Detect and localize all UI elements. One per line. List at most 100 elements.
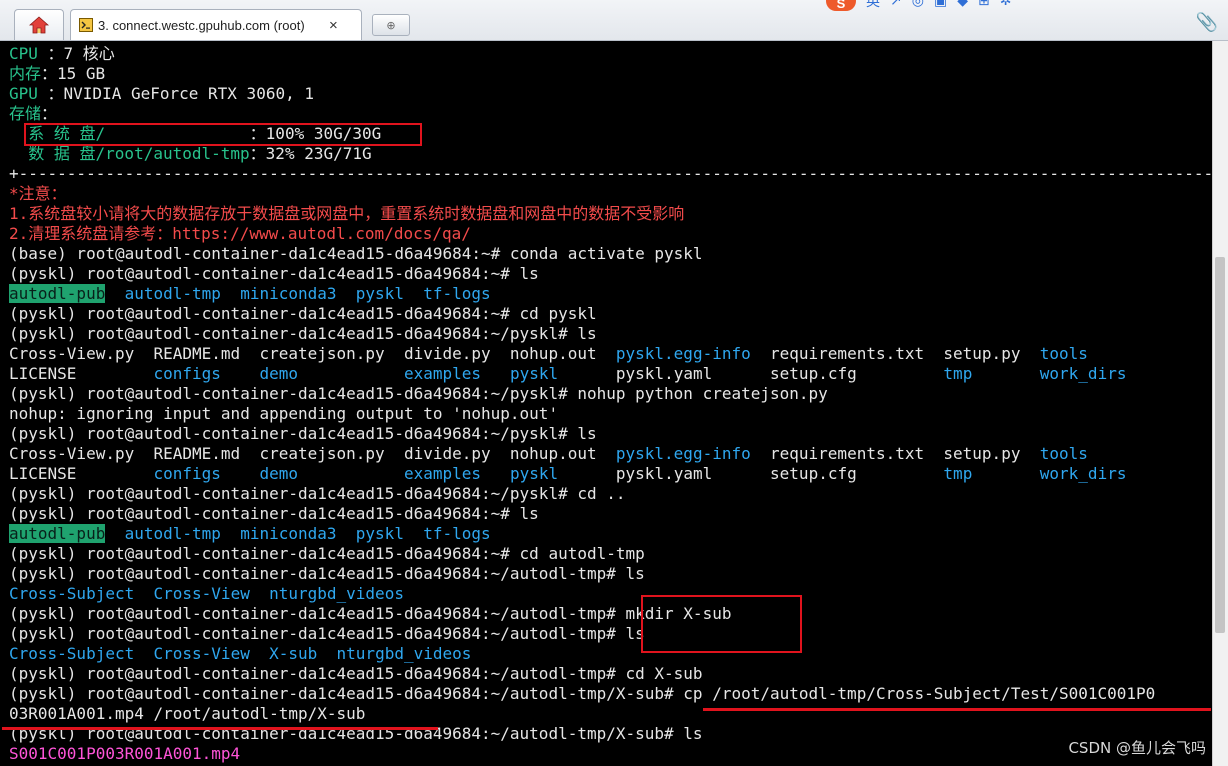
annotation-box-mkdir	[641, 595, 802, 653]
punctuation-icon[interactable]: ↗	[890, 0, 902, 9]
sogou-logo[interactable]: S	[826, 0, 856, 11]
terminal-text: autodl-pub	[9, 524, 106, 543]
terminal-text: examples	[403, 364, 482, 383]
terminal-text: X-sub	[269, 644, 318, 663]
terminal-text: pyskl.egg-info	[615, 444, 751, 463]
terminal-icon	[79, 18, 93, 32]
terminal-line: (pyskl) root@autodl-container-da1c4ead15…	[9, 424, 1212, 444]
terminal-text: ：NVIDIA GeForce RTX 3060, 1	[47, 84, 314, 103]
terminal-text: (pyskl) root@autodl-container-da1c4ead15…	[9, 324, 597, 343]
terminal-text: work_dirs	[1039, 364, 1127, 383]
terminal-text: autodl-tmp	[124, 284, 221, 303]
terminal-line: (pyskl) root@autodl-container-da1c4ead15…	[9, 304, 1212, 324]
terminal-line: autodl-pub autodl-tmp miniconda3 pyskl t…	[9, 284, 1212, 304]
terminal-text: miniconda3	[240, 524, 337, 543]
terminal-text: configs	[153, 364, 221, 383]
settings-icon[interactable]: ✲	[1000, 0, 1012, 9]
terminal-line: Cross-View.py README.md createjson.py di…	[9, 344, 1212, 364]
terminal-text: pyskl.yaml setup.cfg	[558, 364, 944, 383]
microphone-icon[interactable]: ◎	[912, 0, 924, 9]
terminal-line: 03R001A001.mp4 /root/autodl-tmp/X-sub	[9, 704, 1212, 724]
terminal-text: tools	[1039, 444, 1088, 463]
terminal-text: (pyskl) root@autodl-container-da1c4ead15…	[9, 304, 597, 323]
home-icon	[29, 16, 49, 34]
skin-icon[interactable]: ◆	[957, 0, 968, 9]
close-tab-button[interactable]: ×	[329, 17, 338, 34]
toolbox-icon[interactable]: ⊞	[978, 0, 990, 9]
terminal-text: Cross-View	[153, 584, 250, 603]
terminal-text: Cross-View.py README.md createjson.py di…	[9, 344, 616, 363]
terminal-line: LICENSE configs demo examples pyskl pysk…	[9, 364, 1212, 384]
new-tab-button[interactable]: ⊕	[372, 14, 410, 36]
terminal-text: (pyskl) root@autodl-container-da1c4ead15…	[9, 664, 703, 683]
terminal-text: 数 据 盘/root/autodl-tmp	[9, 144, 250, 163]
terminal-text: ：7 核心	[47, 44, 115, 63]
terminal-text: Cross-Subject	[9, 644, 135, 663]
terminal-line: (pyskl) root@autodl-container-da1c4ead15…	[9, 484, 1212, 504]
terminal-line: LICENSE configs demo examples pyskl pysk…	[9, 464, 1212, 484]
terminal-text: (pyskl) root@autodl-container-da1c4ead15…	[9, 624, 645, 643]
terminal-text: configs	[153, 464, 221, 483]
terminal-text: work_dirs	[1039, 464, 1127, 483]
ime-toolbar: S 英 ↗ ◎ ▣ ◆ ⊞ ✲	[826, 0, 1012, 11]
terminal-text: 03R001A001.mp4 /root/autodl-tmp/X-sub	[9, 704, 366, 723]
terminal-text: (pyskl) root@autodl-container-da1c4ead15…	[9, 504, 539, 523]
tab-bar: 3. connect.westc.gpuhub.com (root) × ⊕ S…	[0, 0, 1228, 41]
terminal-line: *注意：	[9, 184, 1212, 204]
terminal-text: 存储	[9, 104, 42, 123]
terminal-text: (pyskl) root@autodl-container-da1c4ead15…	[9, 544, 645, 563]
terminal-text: tmp	[943, 464, 973, 483]
terminal-line: (base) root@autodl-container-da1c4ead15-…	[9, 244, 1212, 264]
terminal-text: Cross-View.py README.md createjson.py di…	[9, 444, 616, 463]
terminal-text: (pyskl) root@autodl-container-da1c4ead15…	[9, 384, 828, 403]
home-tab[interactable]	[14, 9, 64, 40]
terminal-line: 1.系统盘较小请将大的数据存放于数据盘或网盘中，重置系统时数据盘和网盘中的数据不…	[9, 204, 1212, 224]
terminal-text: (pyskl) root@autodl-container-da1c4ead15…	[9, 684, 1156, 703]
terminal-text: (pyskl) root@autodl-container-da1c4ead15…	[9, 484, 626, 503]
terminal-text: ：15 GB	[41, 64, 106, 83]
session-tab-title: 3. connect.westc.gpuhub.com (root)	[98, 17, 305, 33]
terminal-scrollbar[interactable]	[1212, 41, 1228, 766]
scrollbar-thumb[interactable]	[1215, 257, 1225, 633]
terminal-text: +---------------------------------------…	[9, 164, 1212, 183]
paperclip-icon[interactable]: 📎	[1196, 12, 1218, 33]
terminal-output[interactable]: CPU ：7 核心 内存：15 GB GPU ：NVIDIA GeForce RTX…	[0, 41, 1212, 766]
terminal-text: (pyskl) root@autodl-container-da1c4ead15…	[9, 264, 539, 283]
terminal-line: Cross-Subject Cross-View nturgbd_videos	[9, 584, 1212, 604]
terminal-text: tf-logs	[423, 284, 491, 303]
terminal-text: (pyskl) root@autodl-container-da1c4ead15…	[9, 564, 645, 583]
terminal-text: examples	[403, 464, 482, 483]
keyboard-icon[interactable]: ▣	[934, 0, 947, 9]
terminal-line: (pyskl) root@autodl-container-da1c4ead15…	[9, 624, 1212, 644]
session-tab[interactable]: 3. connect.westc.gpuhub.com (root) ×	[70, 9, 362, 40]
terminal-line: S001C001P003R001A001.mp4	[9, 744, 1212, 764]
terminal-line: (pyskl) root@autodl-container-da1c4ead15…	[9, 604, 1212, 624]
terminal-text: autodl-tmp	[124, 524, 221, 543]
terminal-text: miniconda3	[240, 284, 337, 303]
terminal-text: nohup: ignoring input and appending outp…	[9, 404, 559, 423]
terminal-line: (pyskl) root@autodl-container-da1c4ead15…	[9, 324, 1212, 344]
terminal-line: nohup: ignoring input and appending outp…	[9, 404, 1212, 424]
terminal-lines: CPU ：7 核心 内存：15 GB GPU ：NVIDIA GeForce RTX…	[9, 44, 1212, 764]
terminal-text: 内存	[9, 64, 42, 83]
ime-language-toggle[interactable]: 英	[866, 0, 880, 11]
terminal-line: (pyskl) root@autodl-container-da1c4ead15…	[9, 264, 1212, 284]
terminal-text: pyskl.yaml setup.cfg	[558, 464, 944, 483]
terminal-text: Cross-View	[153, 644, 250, 663]
annotation-box-system-disk	[24, 123, 422, 146]
terminal-line: (pyskl) root@autodl-container-da1c4ead15…	[9, 384, 1212, 404]
terminal-line: CPU ：7 核心	[9, 44, 1212, 64]
terminal-line: (pyskl) root@autodl-container-da1c4ead15…	[9, 544, 1212, 564]
